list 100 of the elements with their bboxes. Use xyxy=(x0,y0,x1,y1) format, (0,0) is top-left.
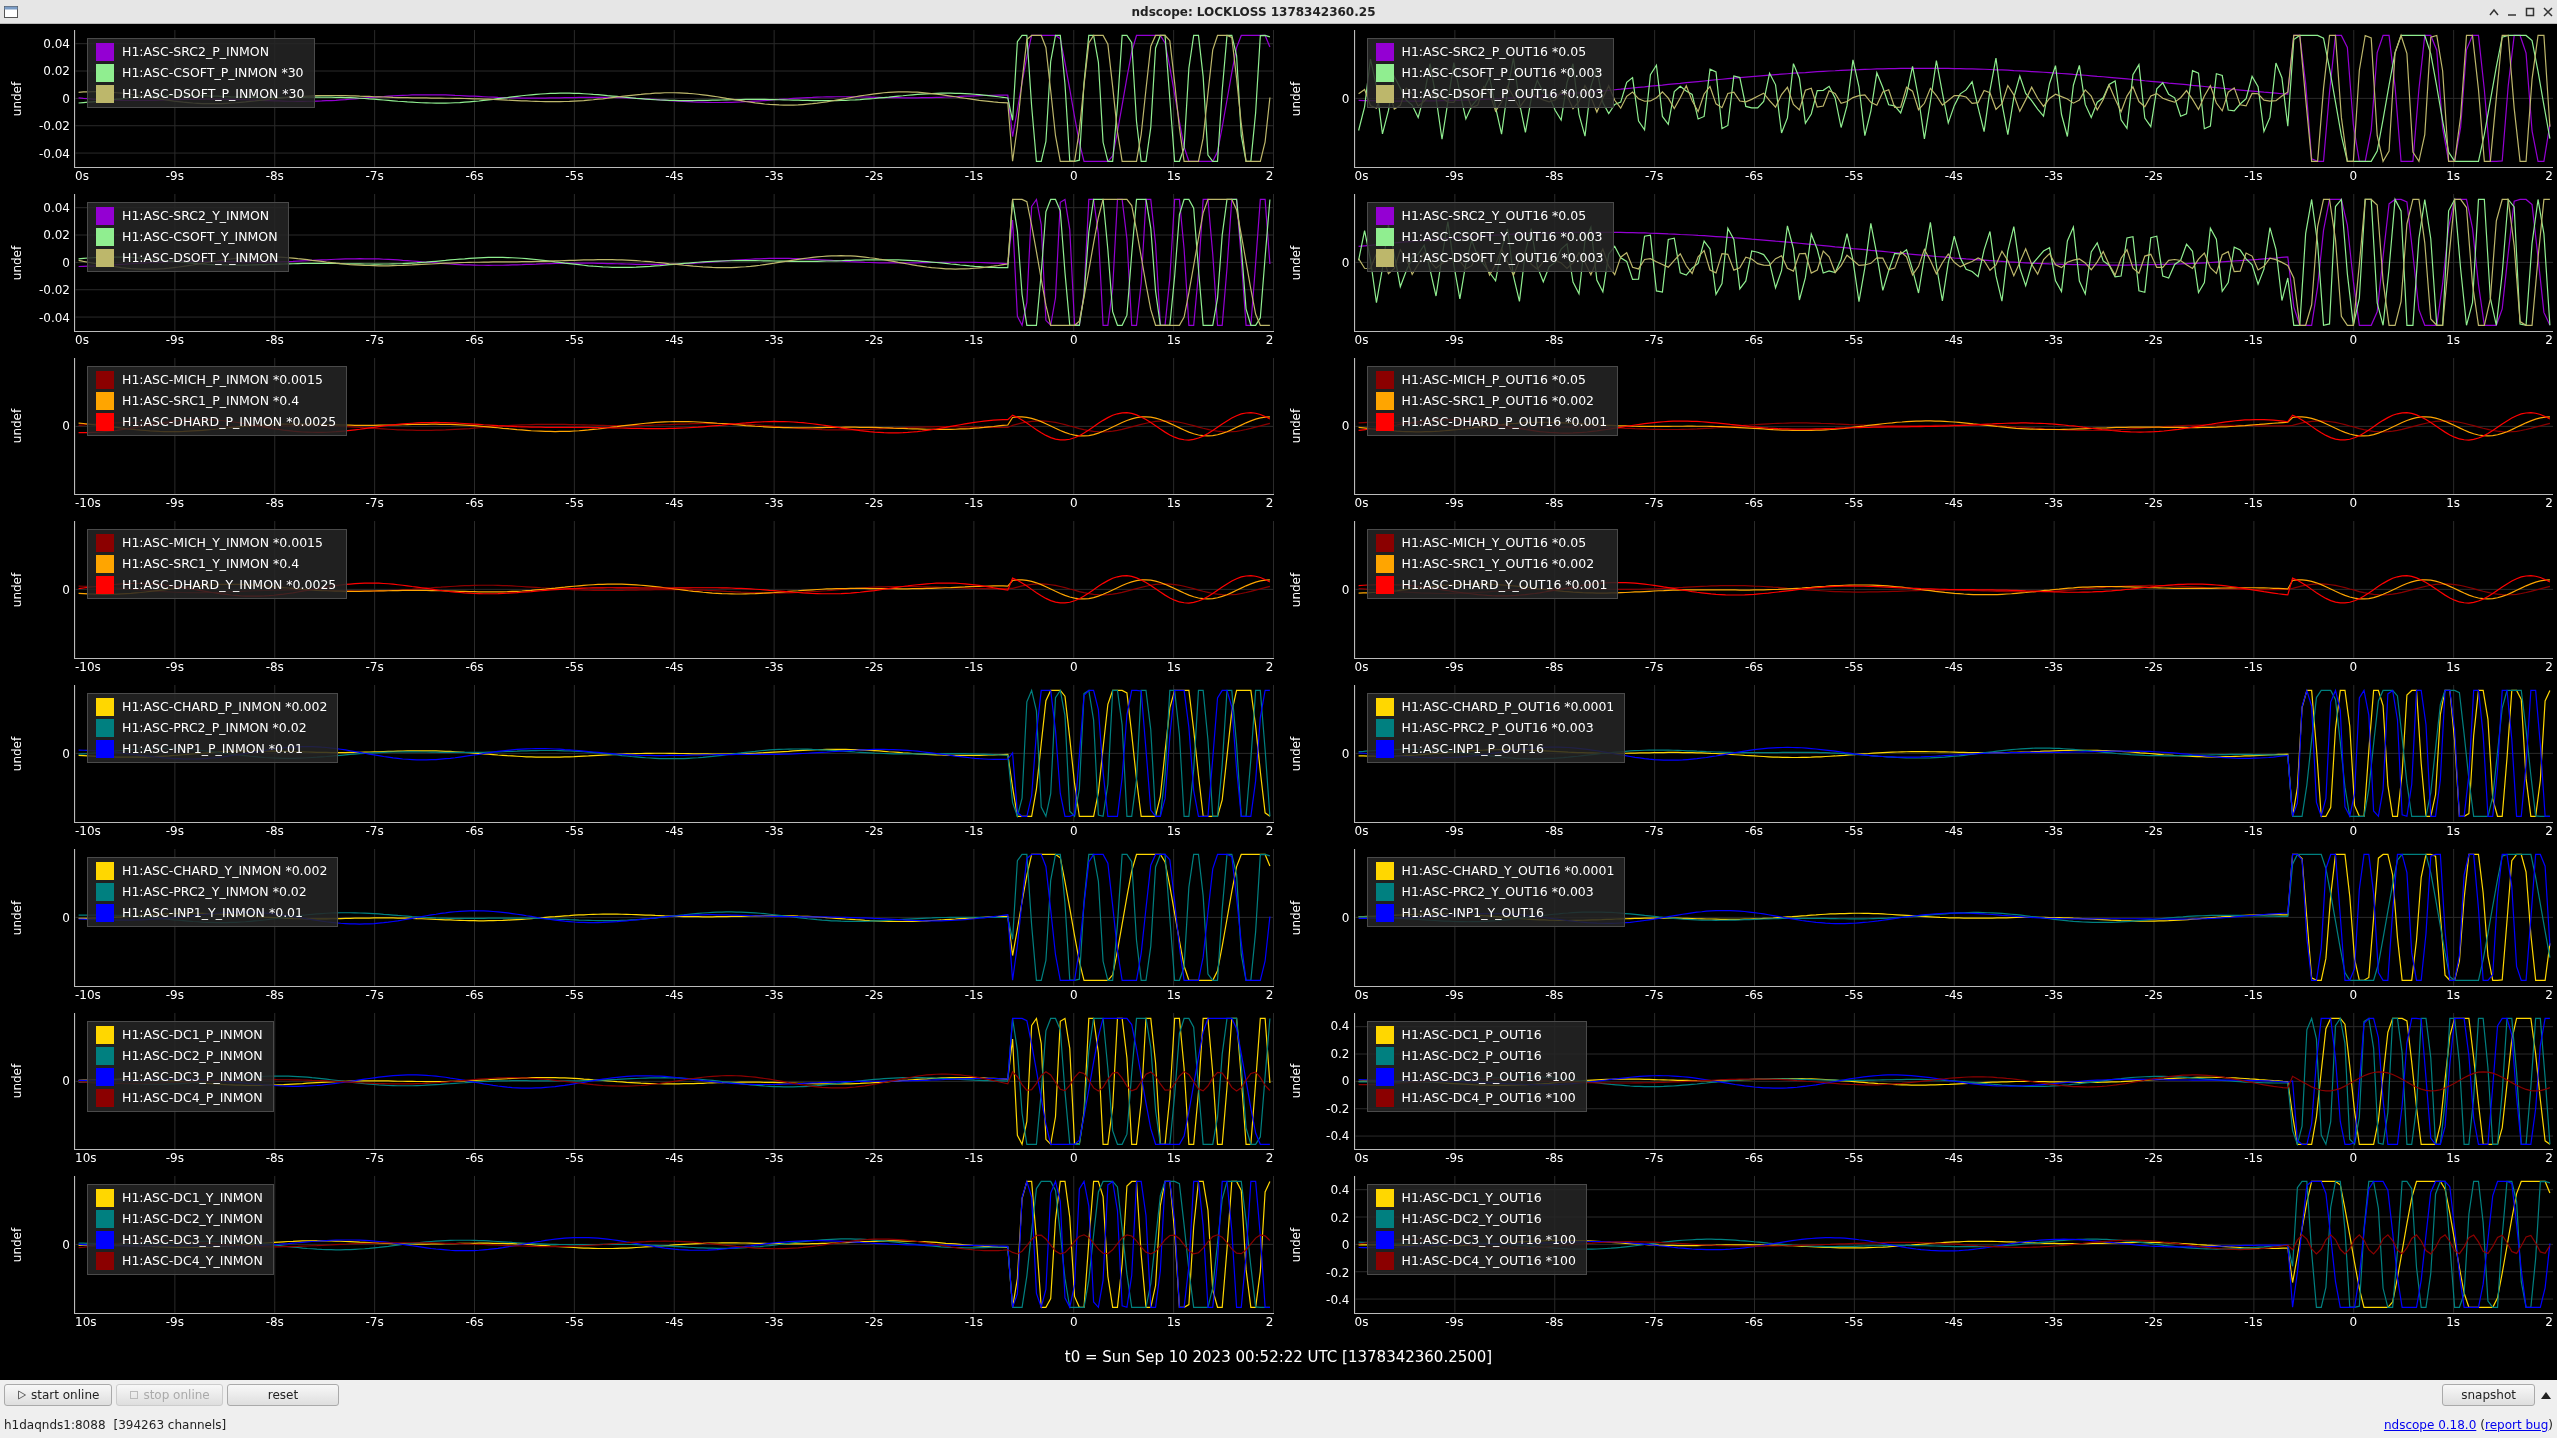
axis-label: undef xyxy=(9,245,25,280)
toolbar-button[interactable]: reset xyxy=(226,1384,340,1406)
tick-label: -8s xyxy=(1545,1316,1564,1328)
tick-label: 0 xyxy=(2349,1316,2358,1328)
legend-label: H1:ASC-DHARD_P_OUT16 *0.001 xyxy=(1401,414,1608,429)
tick-label: -1s xyxy=(2244,169,2263,182)
tick-label: 0s xyxy=(75,333,89,346)
legend-label: H1:ASC-SRC2_P_OUT16 *0.05 xyxy=(1401,45,1587,59)
close-icon[interactable] xyxy=(2543,6,2553,17)
tick-label: -8s xyxy=(265,1152,284,1165)
toolbar-button[interactable]: start online xyxy=(4,1384,113,1406)
tick-label: -1s xyxy=(964,333,983,346)
tick-label: -3s xyxy=(2044,988,2063,1001)
tick-label: -1s xyxy=(964,1152,983,1165)
tick-label: -5s xyxy=(1844,169,1863,182)
tick-label: -6s xyxy=(1744,497,1764,510)
axis-label: undef xyxy=(9,1064,25,1099)
legend-label: H1:ASC-MICH_Y_OUT16 *0.05 xyxy=(1401,536,1587,551)
tick-label: 0 xyxy=(62,1075,70,1088)
tick-label: -7s xyxy=(365,497,384,510)
tick-label: -9s xyxy=(1445,497,1464,510)
legend-label: H1:ASC-SRC2_Y_INMON xyxy=(122,208,270,223)
tick-label: -3s xyxy=(765,169,784,182)
tick-label: -7s xyxy=(1645,497,1664,510)
legend-label: H1:ASC-SRC2_P_INMON xyxy=(122,45,269,59)
tick-label: -3s xyxy=(2044,497,2063,510)
tick-label: -5s xyxy=(565,169,584,182)
tick-label: 0.4 xyxy=(1330,1020,1350,1033)
tick-label: 0s xyxy=(75,169,89,182)
tick-label: -8s xyxy=(1545,661,1564,673)
tick-label: -5s xyxy=(1844,988,1863,1001)
legend-label: H1:ASC-SRC1_Y_INMON *0.4 xyxy=(122,557,300,572)
tick-label: 0 xyxy=(1069,1316,1078,1328)
tick-label: 0 xyxy=(62,747,70,760)
tick-label: 0s xyxy=(1354,824,1369,837)
tick-label: -1s xyxy=(2244,497,2263,510)
tick-label: -5s xyxy=(565,824,584,837)
axis-label: undef xyxy=(1288,900,1305,935)
snapshot-button[interactable]: snapshot xyxy=(2442,1384,2535,1406)
tick-label: 0.02 xyxy=(43,65,70,78)
tick-label: -7s xyxy=(365,824,384,837)
tick-label: -1s xyxy=(2244,1316,2263,1328)
tick-label: -9s xyxy=(1445,169,1464,182)
tick-label: -8s xyxy=(1545,169,1564,182)
tick-label: -7s xyxy=(1645,661,1664,673)
tick-label: 0 xyxy=(1069,333,1078,346)
tick-label: 0.2 xyxy=(1330,1211,1350,1224)
tick-label: -9s xyxy=(165,661,184,673)
legend-label: H1:ASC-DSOFT_Y_OUT16 *0.003 xyxy=(1401,250,1604,265)
tick-label: -0.02 xyxy=(38,284,70,297)
tick-label: 0 xyxy=(1341,256,1350,269)
tick-label: 1s xyxy=(2446,333,2461,346)
tick-label: 1s xyxy=(2446,661,2461,673)
legend-label: H1:ASC-DSOFT_P_INMON *30 xyxy=(122,87,305,101)
caret-up-icon[interactable] xyxy=(2489,7,2499,16)
tick-label: 0 xyxy=(2349,824,2358,837)
tick-label: -4s xyxy=(1944,824,1963,837)
legend-label: H1:ASC-DC3_P_INMON xyxy=(122,1069,263,1084)
legend-label: H1:ASC-SRC1_P_OUT16 *0.002 xyxy=(1401,393,1595,408)
axis-label: undef xyxy=(1288,736,1305,772)
tick-label: -10s xyxy=(75,988,101,1001)
legend-label: H1:ASC-DSOFT_P_OUT16 *0.003 xyxy=(1401,87,1604,101)
maximize-icon[interactable] xyxy=(2525,6,2535,17)
tick-label: -10s xyxy=(75,824,101,837)
tick-label: 0s xyxy=(1354,661,1369,673)
tick-label: -3s xyxy=(765,824,784,837)
tick-label: -0.4 xyxy=(1326,1294,1350,1307)
report-link[interactable]: report bug xyxy=(2485,1416,2549,1434)
tick-label: -6s xyxy=(1744,661,1764,673)
tick-label: -5s xyxy=(565,497,584,510)
tick-label: -6s xyxy=(1744,1152,1764,1165)
legend-label: H1:ASC-DHARD_P_INMON *0.0025 xyxy=(122,414,337,429)
axis-label: undef xyxy=(1288,1064,1305,1099)
tick-label: -1s xyxy=(2244,661,2263,673)
axis-label: undef xyxy=(9,900,25,935)
legend-label: H1:ASC-INP1_P_OUT16 xyxy=(1401,742,1544,756)
tick-label: 0 xyxy=(2349,333,2358,346)
tick-label: 0 xyxy=(62,92,70,105)
tick-label: -2s xyxy=(2144,169,2163,182)
version-link[interactable]: ndscope 0.18.0 xyxy=(2383,1416,2477,1434)
tick-label: -1s xyxy=(964,988,983,1001)
legend-label: H1:ASC-DHARD_Y_INMON *0.0025 xyxy=(122,578,337,593)
caret-up-icon[interactable] xyxy=(2539,1390,2553,1400)
tick-label: 2 xyxy=(1265,333,1274,346)
tick-label: 1s xyxy=(2446,824,2461,837)
tick-label: -7s xyxy=(1645,988,1664,1001)
tick-label: -0.02 xyxy=(38,120,70,133)
tick-label: 0 xyxy=(1341,584,1350,597)
server-label: h1daqnds1:8088 xyxy=(4,1417,106,1434)
tick-label: -0.04 xyxy=(38,311,70,324)
tick-label: -4s xyxy=(1944,1316,1963,1328)
legend-label: H1:ASC-DHARD_Y_OUT16 *0.001 xyxy=(1401,578,1608,593)
tick-label: -6s xyxy=(465,169,484,182)
tick-label: -6s xyxy=(1744,824,1764,837)
tick-label: 0 xyxy=(1069,1152,1078,1165)
legend-label: H1:ASC-SRC1_Y_OUT16 *0.002 xyxy=(1401,557,1595,572)
tick-label: 1s xyxy=(2446,1152,2461,1165)
legend-label: H1:ASC-CSOFT_Y_INMON xyxy=(122,229,278,244)
legend-label: H1:ASC-PRC2_Y_OUT16 *0.003 xyxy=(1401,884,1594,899)
axis-label: undef xyxy=(1288,81,1305,117)
